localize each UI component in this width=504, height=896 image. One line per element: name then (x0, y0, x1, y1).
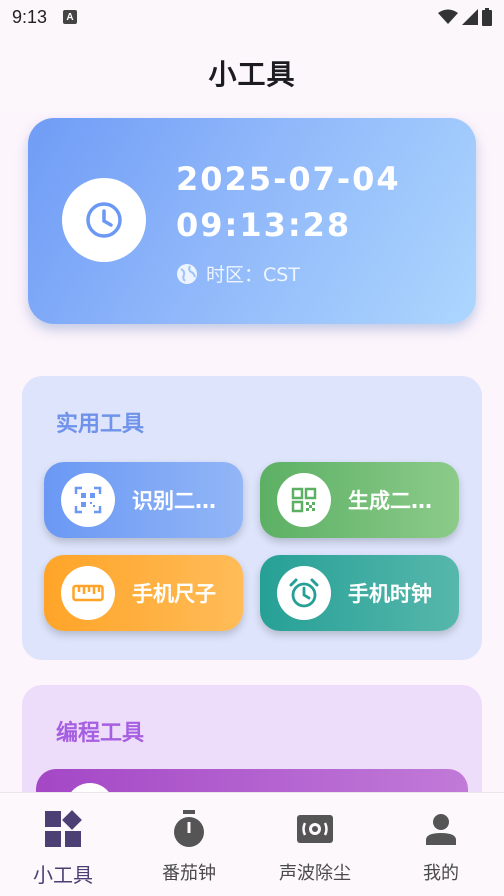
person-icon (419, 807, 463, 851)
utility-tools-section: 实用工具 识别二… 生成二… 手机尺子 手机时钟 (22, 376, 482, 660)
tool-scan-qr-button[interactable]: 识别二… (44, 462, 243, 538)
tool-label: 识别二… (132, 489, 216, 513)
signal-icon (462, 9, 478, 25)
programming-tools-section: 编程工具 (22, 685, 482, 792)
alarm-clock-icon (289, 578, 319, 608)
tool-icon-badge (66, 783, 114, 792)
nav-label: 番茄钟 (162, 863, 216, 884)
battery-icon (482, 8, 492, 26)
clock-icon (86, 202, 122, 238)
tool-label: 手机尺子 (132, 582, 216, 606)
ruler-icon (72, 584, 104, 602)
qr-scan-icon (74, 486, 102, 514)
nav-item-sonic-cleaner[interactable]: 声波除尘 (252, 793, 378, 896)
qr-code-icon (291, 487, 317, 513)
nav-item-profile[interactable]: 我的 (378, 793, 504, 896)
widgets-icon (41, 807, 85, 851)
tool-icon-badge (277, 566, 331, 620)
nav-label: 我的 (423, 863, 459, 884)
current-date: 2025-07-04 (176, 160, 401, 198)
tool-label: 手机时钟 (348, 582, 432, 606)
section-title-utility: 实用工具 (56, 412, 145, 437)
wifi-icon (438, 9, 458, 24)
tool-generate-qr-button[interactable]: 生成二… (260, 462, 459, 538)
timer-icon (167, 807, 211, 851)
programming-tool-button[interactable] (36, 769, 468, 792)
clock-card: 2025-07-04 09:13:28 时区：CST (28, 118, 476, 324)
nav-label: 小工具 (33, 863, 93, 887)
tool-clock-button[interactable]: 手机时钟 (260, 555, 459, 631)
globe-icon (177, 263, 197, 284)
bottom-navigation: 小工具 番茄钟 声波除尘 我的 (0, 792, 504, 896)
tool-icon-badge (61, 473, 115, 527)
section-title-programming: 编程工具 (56, 721, 145, 746)
tool-icon-badge (61, 566, 115, 620)
nav-label: 声波除尘 (279, 863, 351, 884)
status-bar: 9:13 A (0, 0, 504, 34)
status-time: 9:13 (12, 6, 48, 27)
speaker-icon (293, 807, 337, 851)
page-title: 小工具 (208, 58, 296, 91)
tool-label: 生成二… (348, 489, 432, 513)
notification-icon: A (63, 10, 78, 24)
clock-icon-badge (62, 178, 146, 262)
current-time: 09:13:28 (176, 206, 352, 244)
timezone-label: 时区：CST (206, 264, 300, 286)
status-icons (438, 8, 492, 26)
main-content[interactable]: 2025-07-04 09:13:28 时区：CST 实用工具 识别二… 生成二… (0, 112, 504, 792)
app-bar: 小工具 (0, 34, 504, 112)
timezone-row: 时区：CST (176, 260, 300, 287)
tool-icon-badge (277, 473, 331, 527)
tool-ruler-button[interactable]: 手机尺子 (44, 555, 243, 631)
nav-item-timer[interactable]: 番茄钟 (126, 793, 252, 896)
nav-item-widgets[interactable]: 小工具 (0, 793, 126, 896)
